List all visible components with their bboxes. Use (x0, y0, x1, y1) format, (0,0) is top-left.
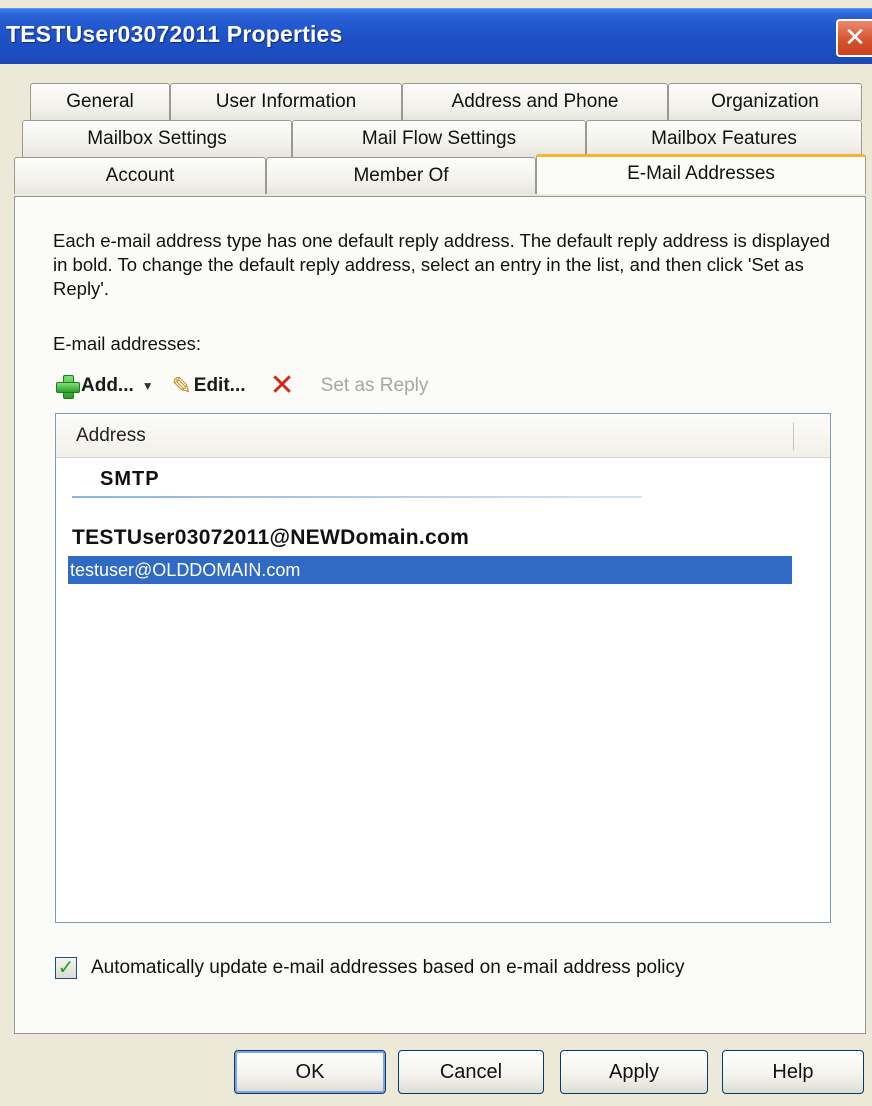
address-toolbar: Add... ▼ ✎ Edit... ✕ Set as Reply (55, 369, 436, 403)
tab-email-addresses[interactable]: E-Mail Addresses (536, 154, 866, 194)
set-as-reply-label: Set as Reply (320, 375, 429, 396)
column-separator[interactable] (793, 422, 794, 450)
title-bar[interactable]: TESTUser03072011 Properties ✕ (0, 8, 872, 64)
pencil-icon: ✎ (171, 372, 192, 400)
help-button[interactable]: Help (722, 1050, 864, 1094)
window-title: TESTUser03072011 Properties (6, 21, 343, 47)
email-addresses-panel: Each e-mail address type has one default… (14, 196, 866, 1034)
email-address-list[interactable]: Address SMTP TESTUser03072011@NEWDomain.… (55, 413, 831, 923)
email-addresses-label: E-mail addresses: (53, 333, 202, 354)
edit-button[interactable]: ✎ Edit... (172, 372, 246, 401)
column-header-address[interactable]: Address (56, 414, 830, 458)
add-button-label: Add... (81, 375, 134, 396)
close-button[interactable]: ✕ (836, 19, 872, 57)
column-header-label: Address (76, 425, 146, 446)
tab-account[interactable]: Account (14, 157, 266, 194)
policy-checkbox[interactable]: ✓ (55, 957, 77, 979)
tab-address-and-phone[interactable]: Address and Phone (402, 83, 668, 120)
add-button[interactable]: Add... ▼ (55, 374, 164, 399)
tab-mailbox-settings[interactable]: Mailbox Settings (22, 120, 292, 157)
edit-button-label: Edit... (193, 375, 246, 396)
chevron-down-icon[interactable]: ▼ (142, 379, 154, 393)
apply-button[interactable]: Apply (560, 1050, 708, 1094)
tab-mailbox-features[interactable]: Mailbox Features (586, 120, 862, 157)
delete-x-icon: ✕ (269, 369, 295, 402)
policy-checkbox-row[interactable]: ✓ Automatically update e-mail addresses … (55, 957, 685, 979)
add-plus-icon (55, 374, 80, 399)
group-header-smtp: SMTP (100, 468, 160, 490)
tab-mail-flow-settings[interactable]: Mail Flow Settings (292, 120, 586, 157)
close-icon: ✕ (844, 22, 866, 52)
policy-checkbox-label: Automatically update e-mail addresses ba… (91, 957, 685, 978)
set-as-reply-button[interactable]: Set as Reply (321, 375, 429, 397)
tab-member-of[interactable]: Member Of (266, 157, 536, 194)
cancel-button[interactable]: Cancel (398, 1050, 544, 1094)
remove-button[interactable]: ✕ (254, 369, 313, 402)
group-divider (72, 496, 642, 498)
tab-user-information[interactable]: User Information (170, 83, 402, 120)
list-item-selected-address[interactable]: testuser@OLDDOMAIN.com (68, 556, 792, 584)
tab-organization[interactable]: Organization (668, 83, 862, 120)
description-text: Each e-mail address type has one default… (53, 230, 831, 299)
tab-general[interactable]: General (30, 83, 170, 120)
ok-button[interactable]: OK (234, 1050, 386, 1094)
list-item-primary-address[interactable]: TESTUser03072011@NEWDomain.com (72, 526, 469, 550)
